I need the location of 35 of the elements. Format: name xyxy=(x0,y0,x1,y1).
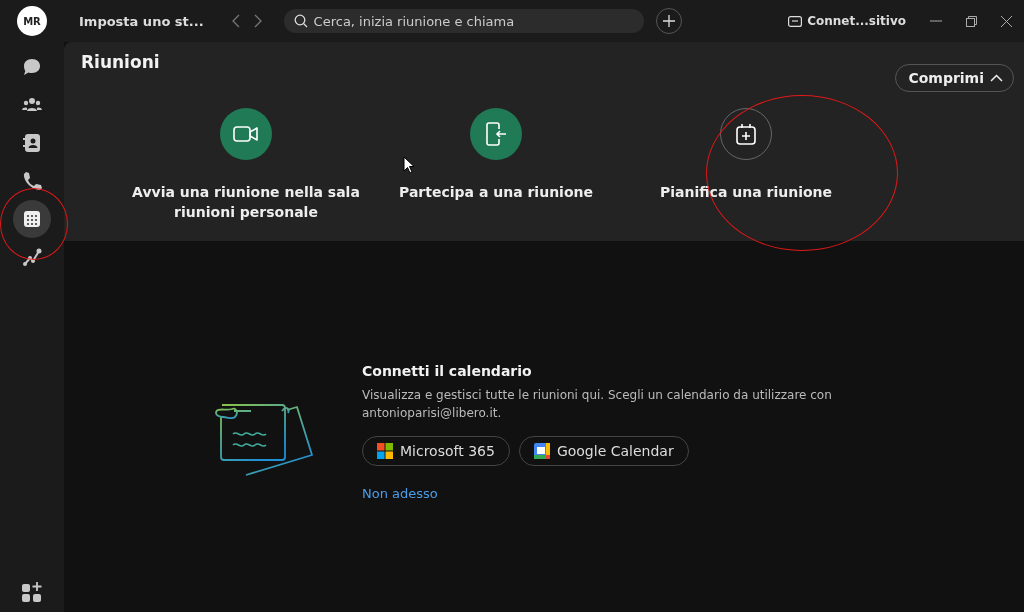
action-label[interactable]: Pianifica una riunione xyxy=(626,182,866,202)
add-apps-icon[interactable] xyxy=(22,582,42,602)
action-label[interactable]: Partecipa a una riunione xyxy=(376,182,616,202)
chevron-up-icon xyxy=(990,74,1003,82)
network-icon xyxy=(22,247,42,267)
search-icon xyxy=(293,14,308,28)
not-now-link[interactable]: Non adesso xyxy=(362,486,438,501)
connect-description: Visualizza e gestisci tutte le riunioni qui. Scegli un calendario da utilizzare con antonioparisi@libero.it. xyxy=(362,387,833,422)
connect-title: Connetti il calendario xyxy=(362,363,533,379)
restore-icon[interactable] xyxy=(966,15,977,27)
chat-icon xyxy=(22,57,42,77)
plus-icon xyxy=(662,15,675,27)
join-meeting-button[interactable] xyxy=(470,108,522,160)
people-icon xyxy=(22,96,42,114)
panel-title: Riunioni xyxy=(81,52,160,72)
calendar-icon xyxy=(23,210,41,228)
phone-icon xyxy=(22,171,42,191)
calendar-add-icon xyxy=(736,123,756,145)
door-enter-icon xyxy=(485,122,507,146)
close-icon[interactable] xyxy=(1001,15,1012,27)
status-text[interactable]: Imposta uno st... xyxy=(79,13,204,29)
user-avatar[interactable]: MR xyxy=(17,6,47,36)
four-squares-logo-icon xyxy=(377,443,393,459)
action-label[interactable]: Avvia una riunione nella sala riunioni personale xyxy=(126,182,366,222)
device-connect-button[interactable]: Connet...sitivo xyxy=(788,14,906,28)
forward-icon[interactable] xyxy=(253,14,262,28)
contact-card-icon xyxy=(23,133,41,153)
video-camera-icon xyxy=(233,125,259,143)
search-field[interactable]: Cerca, inizia riunione e chiama xyxy=(283,9,644,33)
back-icon[interactable] xyxy=(231,14,240,28)
sidebar-item[interactable] xyxy=(13,200,51,238)
screen-icon xyxy=(788,15,803,27)
calendar-logo-icon xyxy=(533,443,550,459)
video-meeting-button[interactable] xyxy=(220,108,272,160)
mouse-pointer-icon xyxy=(403,156,415,174)
